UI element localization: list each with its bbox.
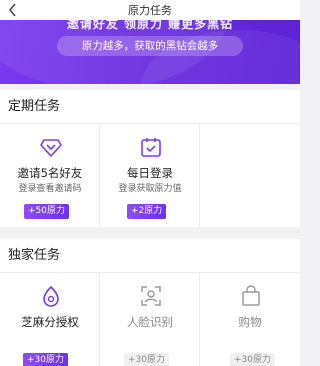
section-title-exclusive: 独家任务 [0,239,300,273]
reward-badge: +50原力 [24,204,69,219]
task-shopping[interactable]: 购物 +30原力 [200,273,300,366]
task-desc: 登录查看邀请码 [18,184,82,194]
face-scan-icon [141,286,161,306]
shopping-bag-icon [242,285,260,306]
task-daily-login[interactable]: 每日登录 登录获取原力值 +2原力 [100,124,200,227]
task-name: 邀请5名好友 [17,166,83,180]
reward-badge: +2原力 [127,204,167,219]
task-name: 人脸识别 [127,315,173,329]
task-invite-friends[interactable]: 邀请5名好友 登录查看邀请码 +50原力 [0,124,100,227]
diamond-icon [40,139,62,157]
reward-badge: +30原力 [23,353,68,366]
exclusive-task-grid: 芝麻分授权 +30原力 人脸识别 +30原力 购物 +30原力 [0,273,300,366]
nav-bar: 原力任务 [0,0,300,20]
section-title-periodic: 定期任务 [0,90,300,124]
task-name: 购物 [238,315,262,329]
reward-badge: +30原力 [124,353,169,366]
periodic-task-grid: 邀请5名好友 登录查看邀请码 +50原力 每日登录 登录获取原力值 +2原力 [0,124,300,227]
task-desc: 登录获取原力值 [118,184,182,194]
back-icon[interactable] [7,3,19,17]
task-name: 芝麻分授权 [21,315,79,329]
banner-pill: 原力越多，获取的黑钻会越多 [57,36,243,56]
task-face-recognition[interactable]: 人脸识别 +30原力 [100,273,200,366]
sesame-icon [43,285,59,307]
task-name: 每日登录 [127,166,173,180]
task-empty-slot [200,124,300,227]
task-sesame-auth[interactable]: 芝麻分授权 +30原力 [0,273,100,366]
page-title: 原力任务 [128,4,172,17]
reward-badge: +30原力 [230,353,275,366]
calendar-check-icon [141,138,161,157]
